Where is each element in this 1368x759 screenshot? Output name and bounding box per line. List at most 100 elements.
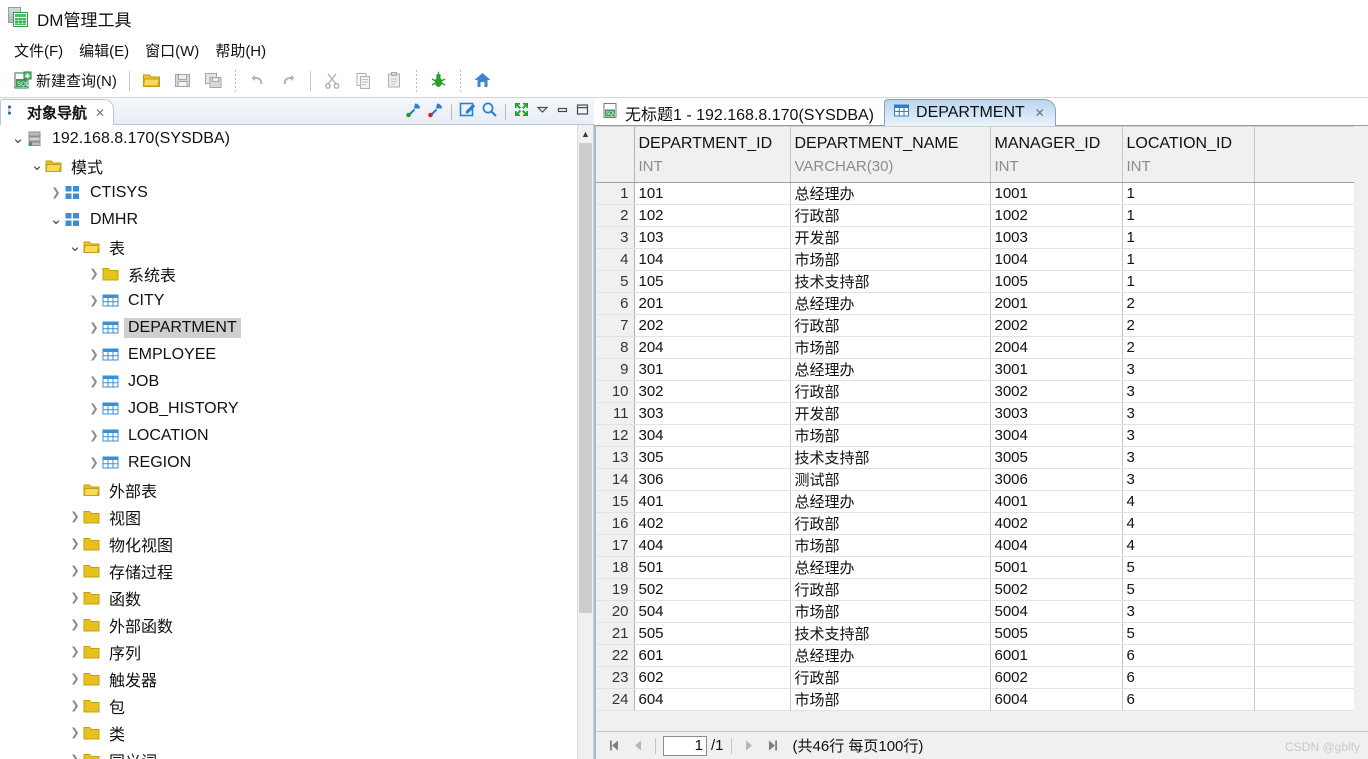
chevron-right-icon[interactable]: ❯ (67, 584, 83, 611)
grid-cell[interactable]: 4001 (990, 490, 1123, 513)
tree-item-CITY[interactable]: ❯ CITY (0, 287, 593, 314)
table-row[interactable]: 12 304 市场部 3004 3 (596, 424, 1354, 447)
table-row[interactable]: 22 601 总经理办 6001 6 (596, 644, 1354, 667)
grid-cell[interactable]: 502 (634, 578, 791, 601)
grid-cell[interactable]: 1002 (990, 204, 1123, 227)
close-icon[interactable]: ✕ (95, 106, 105, 120)
grid-cell[interactable]: 404 (634, 534, 791, 557)
grid-cell[interactable]: 602 (634, 666, 791, 689)
chevron-down-icon[interactable]: ⌄ (10, 125, 26, 152)
tree-item-EMPLOYEE[interactable]: ❯ EMPLOYEE (0, 341, 593, 368)
minimize-icon[interactable] (555, 102, 570, 122)
row-number[interactable]: 15 (596, 490, 635, 513)
grid-cell[interactable]: 2001 (990, 292, 1123, 315)
chevron-right-icon[interactable]: ❯ (67, 638, 83, 665)
edit-icon[interactable] (459, 101, 476, 123)
row-number[interactable]: 9 (596, 358, 635, 381)
grid-cell[interactable]: 行政部 (790, 204, 991, 227)
column-header-MANAGER_ID[interactable]: MANAGER_ID INT (990, 126, 1123, 183)
grid-cell[interactable]: 3 (1122, 446, 1255, 469)
row-number[interactable]: 22 (596, 644, 635, 667)
grid-cell[interactable]: 市场部 (790, 424, 991, 447)
row-number[interactable]: 21 (596, 622, 635, 645)
grid-cell[interactable]: 市场部 (790, 336, 991, 359)
grid-cell[interactable]: 市场部 (790, 248, 991, 271)
menu-help[interactable]: 帮助(H) (207, 38, 274, 63)
tree-item-函数[interactable]: ❯ 函数 (0, 584, 593, 611)
table-row[interactable]: 17 404 市场部 4004 4 (596, 534, 1354, 557)
table-row[interactable]: 5 105 技术支持部 1005 1 (596, 270, 1354, 293)
table-row[interactable]: 7 202 行政部 2002 2 (596, 314, 1354, 337)
chevron-right-icon[interactable]: ❯ (67, 611, 83, 638)
grid-cell[interactable]: 204 (634, 336, 791, 359)
row-number[interactable]: 10 (596, 380, 635, 403)
grid-cell[interactable]: 201 (634, 292, 791, 315)
table-row[interactable]: 18 501 总经理办 5001 5 (596, 556, 1354, 579)
row-number[interactable]: 11 (596, 402, 635, 425)
row-number[interactable]: 20 (596, 600, 635, 623)
menu-file[interactable]: 文件(F) (6, 38, 71, 63)
row-number[interactable]: 1 (596, 182, 635, 205)
grid-cell[interactable]: 5 (1122, 622, 1255, 645)
grid-cell[interactable]: 302 (634, 380, 791, 403)
grid-cell[interactable]: 6004 (990, 688, 1123, 711)
grid-cell[interactable]: 4 (1122, 490, 1255, 513)
tree-item-CTISYS[interactable]: ❯ CTISYS (0, 179, 593, 206)
unlink-with-editor-icon[interactable] (427, 101, 444, 123)
grid-cell[interactable]: 技术支持部 (790, 622, 991, 645)
grid-cell[interactable]: 行政部 (790, 380, 991, 403)
grid-cell[interactable]: 304 (634, 424, 791, 447)
grid-cell[interactable]: 601 (634, 644, 791, 667)
grid-cell[interactable]: 5002 (990, 578, 1123, 601)
tree-item-REGION[interactable]: ❯ REGION (0, 449, 593, 476)
chevron-right-icon[interactable]: ❯ (86, 341, 102, 368)
copy-button[interactable] (349, 68, 378, 94)
table-row[interactable]: 14 306 测试部 3006 3 (596, 468, 1354, 491)
row-number[interactable]: 19 (596, 578, 635, 601)
table-row[interactable]: 23 602 行政部 6002 6 (596, 666, 1354, 689)
grid-cell[interactable]: 1003 (990, 226, 1123, 249)
table-row[interactable]: 21 505 技术支持部 5005 5 (596, 622, 1354, 645)
grid-cell[interactable]: 行政部 (790, 578, 991, 601)
grid-cell[interactable]: 行政部 (790, 314, 991, 337)
grid-cell[interactable]: 303 (634, 402, 791, 425)
view-menu-icon[interactable] (535, 102, 550, 122)
column-header-DEPARTMENT_ID[interactable]: DEPARTMENT_ID INT (634, 126, 791, 183)
grid-cell[interactable]: 6 (1122, 644, 1255, 667)
row-number[interactable]: 6 (596, 292, 635, 315)
grid-cell[interactable]: 3005 (990, 446, 1123, 469)
grid-cell[interactable]: 技术支持部 (790, 270, 991, 293)
row-number[interactable]: 24 (596, 688, 635, 711)
table-row[interactable]: 11 303 开发部 3003 3 (596, 402, 1354, 425)
grid-cell[interactable]: 2002 (990, 314, 1123, 337)
table-row[interactable]: 4 104 市场部 1004 1 (596, 248, 1354, 271)
tree-item-同义词[interactable]: ❯ 同义词 (0, 746, 593, 759)
chevron-down-icon[interactable]: ⌄ (67, 233, 83, 260)
chevron-right-icon[interactable]: ❯ (67, 692, 83, 719)
grid-cell[interactable]: 总经理办 (790, 556, 991, 579)
grid-cell[interactable]: 3006 (990, 468, 1123, 491)
link-with-editor-icon[interactable] (405, 101, 422, 123)
tab-department[interactable]: DEPARTMENT ✕ (884, 99, 1056, 126)
row-number[interactable]: 18 (596, 556, 635, 579)
tree-item-触发器[interactable]: ❯ 触发器 (0, 665, 593, 692)
grid-cell[interactable]: 504 (634, 600, 791, 623)
grid-cell[interactable]: 4 (1122, 534, 1255, 557)
table-row[interactable]: 13 305 技术支持部 3005 3 (596, 446, 1354, 469)
tree-item-模式[interactable]: ⌄ 模式 (0, 152, 593, 179)
grid-cell[interactable]: 开发部 (790, 402, 991, 425)
result-grid[interactable]: DEPARTMENT_ID INT DEPARTMENT_NAME VARCHAR(3… (596, 126, 1354, 711)
grid-cell[interactable]: 市场部 (790, 600, 991, 623)
grid-cell[interactable]: 3 (1122, 380, 1255, 403)
scroll-up-icon[interactable]: ▲ (578, 125, 593, 142)
home-button[interactable] (468, 68, 497, 94)
tree-item-序列[interactable]: ❯ 序列 (0, 638, 593, 665)
grid-cell[interactable]: 总经理办 (790, 358, 991, 381)
next-page-icon[interactable] (739, 736, 759, 756)
grid-cell[interactable]: 6002 (990, 666, 1123, 689)
paste-button[interactable] (380, 68, 409, 94)
redo-button[interactable] (274, 68, 303, 94)
menu-window[interactable]: 窗口(W) (137, 38, 207, 63)
object-tree[interactable]: ⌄ 192.168.8.170(SYSDBA) ⌄ 模式 ❯ CTISYS ⌄ DMHR ⌄ 表 ❯… (0, 125, 594, 759)
row-number[interactable]: 17 (596, 534, 635, 557)
